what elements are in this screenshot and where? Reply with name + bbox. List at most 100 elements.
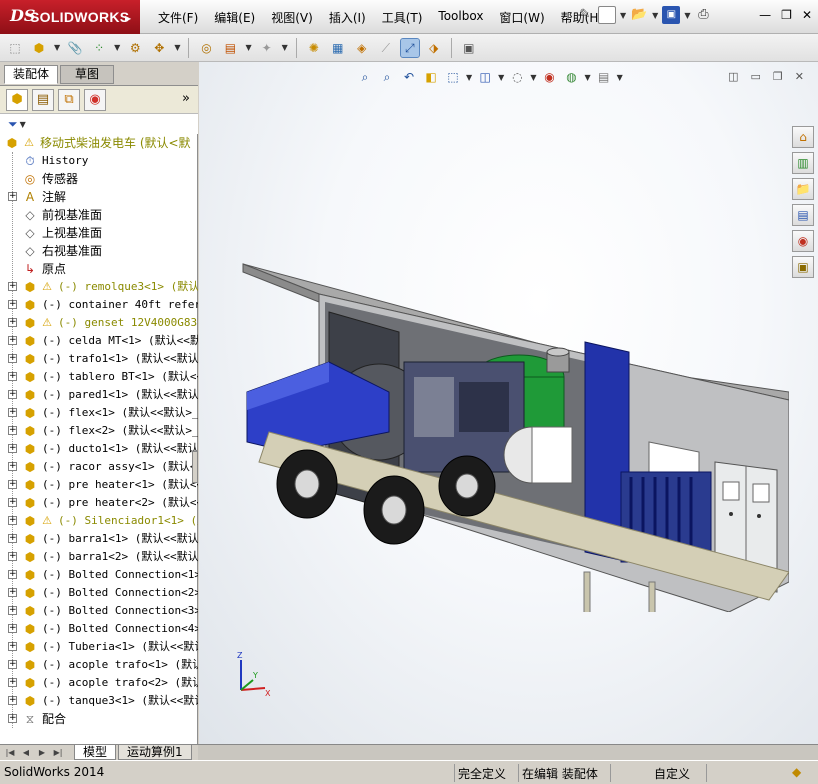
move-component-icon[interactable]: ✥: [150, 39, 168, 57]
expand-node-icon[interactable]: +: [8, 444, 17, 453]
dynamic-annotation-icon[interactable]: ⬚: [444, 68, 462, 86]
expand-node-icon[interactable]: +: [8, 318, 17, 327]
show-hidden-icon[interactable]: ◎: [197, 39, 215, 57]
expand-node-icon[interactable]: +: [8, 300, 17, 309]
appearances-icon[interactable]: ◉: [792, 230, 814, 252]
tree-item[interactable]: ◇ 前视基准面: [0, 206, 198, 224]
hide-show-dropdown-icon[interactable]: ▼: [530, 73, 536, 82]
tree-item[interactable]: + ⬢ ⚠ (-) remolque3<1> (默认<: [0, 278, 198, 296]
expand-node-icon[interactable]: +: [8, 498, 17, 507]
component-dropdown-icon[interactable]: ▼: [54, 43, 60, 52]
panel-splitter-handle[interactable]: [192, 451, 198, 483]
tab-sketch[interactable]: 草图: [60, 65, 114, 84]
tree-item[interactable]: + ⬢ (-) barra1<1> (默认<<默认: [0, 530, 198, 548]
restore-icon[interactable]: ❐: [781, 8, 792, 22]
expand-node-icon[interactable]: +: [8, 570, 17, 579]
tree-item[interactable]: + ⬢ (-) trafo1<1> (默认<<默认: [0, 350, 198, 368]
filter-icon[interactable]: ⏷: [8, 117, 18, 132]
viewport-tile-icon[interactable]: ◫: [728, 70, 738, 83]
view-orientation-dropdown-icon[interactable]: ▼: [466, 73, 472, 82]
explode-line-sketch-icon[interactable]: ⟋: [377, 39, 395, 57]
expand-node-icon[interactable]: +: [8, 192, 17, 201]
expand-node-icon[interactable]: +: [8, 696, 17, 705]
display-style-icon[interactable]: ◌: [508, 68, 526, 86]
reference-dropdown-icon[interactable]: ▼: [282, 43, 288, 52]
tree-item[interactable]: + ⬢ (-) racor assy<1> (默认<<: [0, 458, 198, 476]
tree-item[interactable]: + ⬢ ⚠ (-) genset 12V4000G83 r: [0, 314, 198, 332]
smart-fasteners-icon[interactable]: ⚙: [126, 39, 144, 57]
large-design-review-icon[interactable]: ▣: [460, 39, 478, 57]
mate-paperclip-icon[interactable]: 📎: [66, 39, 84, 57]
tab-motion-study[interactable]: 运动算例1: [118, 745, 192, 760]
custom-properties-icon[interactable]: ▣: [792, 256, 814, 278]
menu-edit[interactable]: 编辑(E): [206, 9, 263, 26]
viewport-minimize-icon[interactable]: ▭: [751, 70, 761, 83]
tab-prev-icon[interactable]: ◀: [20, 747, 32, 759]
tree-item[interactable]: ◎ 传感器: [0, 170, 198, 188]
tab-assembly[interactable]: 装配体: [4, 65, 58, 84]
expand-node-icon[interactable]: +: [8, 480, 17, 489]
tree-item[interactable]: ◇ 右视基准面: [0, 242, 198, 260]
tree-item[interactable]: ⏱ History: [0, 152, 198, 170]
zoom-to-fit-icon[interactable]: ⌕: [356, 68, 374, 86]
tree-item[interactable]: + ⬢ (-) container 40ft referen: [0, 296, 198, 314]
expand-node-icon[interactable]: +: [8, 408, 17, 417]
propertymanager-icon[interactable]: ▤: [32, 88, 54, 111]
menu-file[interactable]: 文件(F): [150, 9, 206, 26]
expand-node-icon[interactable]: +: [8, 678, 17, 687]
expand-node-icon[interactable]: +: [8, 426, 17, 435]
move-dropdown-icon[interactable]: ▼: [174, 43, 180, 52]
menu-toolbox[interactable]: Toolbox: [430, 9, 491, 26]
new-dropdown-icon[interactable]: ▼: [620, 11, 626, 20]
expand-node-icon[interactable]: +: [8, 462, 17, 471]
tree-item[interactable]: + ⬢ (-) ducto1<1> (默认<<默认: [0, 440, 198, 458]
tree-item[interactable]: + ⬢ (-) flex<1> (默认<<默认>_: [0, 404, 198, 422]
menu-tools[interactable]: 工具(T): [374, 9, 431, 26]
new-document-icon[interactable]: [598, 6, 616, 24]
expand-manager-icon[interactable]: »: [182, 91, 190, 106]
file-explorer-icon[interactable]: 📁: [792, 178, 814, 200]
rebuild-icon[interactable]: ◆: [792, 765, 801, 779]
expand-node-icon[interactable]: +: [8, 516, 17, 525]
tab-first-icon[interactable]: |◀: [4, 747, 16, 759]
linear-pattern-icon[interactable]: ⁘: [90, 39, 108, 57]
minimize-icon[interactable]: —: [759, 8, 771, 22]
filter-dropdown-icon[interactable]: ▼: [20, 120, 26, 129]
expand-node-icon[interactable]: +: [8, 606, 17, 615]
expand-node-icon[interactable]: +: [8, 390, 17, 399]
expand-node-icon[interactable]: +: [8, 534, 17, 543]
tab-next-icon[interactable]: ▶: [36, 747, 48, 759]
tree-item[interactable]: + ⬢ (-) pre heater<2> (默认<<: [0, 494, 198, 512]
settings-dropdown-icon[interactable]: ▼: [617, 73, 623, 82]
scene-dropdown-icon[interactable]: ▼: [584, 73, 590, 82]
viewport-close-icon[interactable]: ✕: [795, 70, 804, 83]
expand-node-icon[interactable]: +: [8, 336, 17, 345]
tree-item[interactable]: + ⬢ (-) Tuberia<1> (默认<<默认: [0, 638, 198, 656]
new-part-icon[interactable]: ⬢: [30, 39, 48, 57]
section-view-icon[interactable]: ◧: [422, 68, 440, 86]
menu-window[interactable]: 窗口(W): [491, 9, 552, 26]
bill-of-materials-icon[interactable]: ▦: [329, 39, 347, 57]
menu-view[interactable]: 视图(V): [263, 9, 321, 26]
interference-detection-icon[interactable]: ⤢: [399, 37, 420, 58]
insert-component-icon[interactable]: ⬚: [6, 39, 24, 57]
expand-node-icon[interactable]: +: [8, 714, 17, 723]
tree-item[interactable]: + ⧖ 配合: [0, 710, 198, 728]
expand-node-icon[interactable]: +: [8, 642, 17, 651]
tree-item[interactable]: + ⬢ (-) acople trafo<2> (默认<: [0, 674, 198, 692]
open-folder-icon[interactable]: 📂: [630, 6, 648, 24]
tree-item[interactable]: + ⬢ (-) Bolted Connection<4>: [0, 620, 198, 638]
tree-item[interactable]: + ⬢ (-) acople trafo<1> (默认<: [0, 656, 198, 674]
configurationmanager-icon[interactable]: ⧉: [58, 88, 80, 111]
new-motion-study-icon[interactable]: ✺: [305, 39, 323, 57]
view-palette-icon[interactable]: ▤: [792, 204, 814, 226]
open-dropdown-icon[interactable]: ▼: [652, 11, 658, 20]
displaymanager-icon[interactable]: ◉: [84, 88, 106, 111]
tab-last-icon[interactable]: ▶|: [52, 747, 64, 759]
tree-item[interactable]: + ⬢ (-) flex<2> (默认<<默认>_: [0, 422, 198, 440]
generator-trailer-model[interactable]: [229, 252, 789, 612]
expand-node-icon[interactable]: +: [8, 660, 17, 669]
expand-node-icon[interactable]: +: [8, 552, 17, 561]
apply-scene-icon[interactable]: ◍: [562, 68, 580, 86]
graphics-area[interactable]: ⌕ ⌕ ↶ ◧ ⬚ ▼ ◫ ▼ ◌ ▼ ◉ ◍ ▼ ▤ ▼ ◫ ▭ ❐ ✕ ⌂ …: [199, 62, 818, 744]
